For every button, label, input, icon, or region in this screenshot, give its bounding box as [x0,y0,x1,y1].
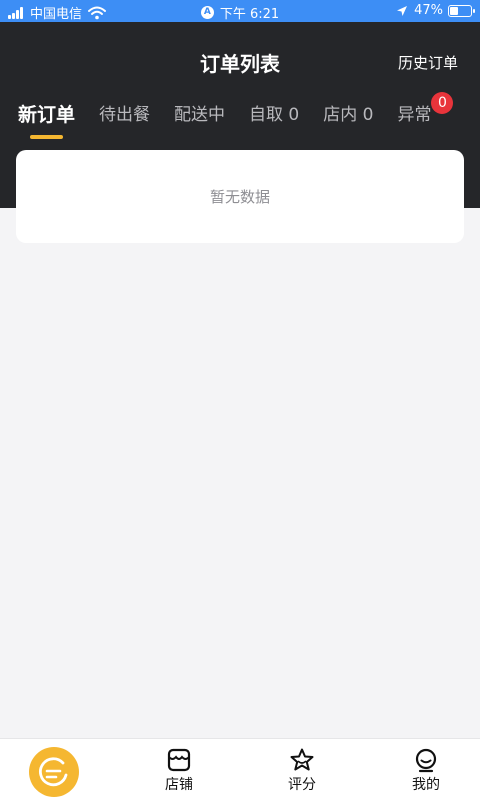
location-services-icon: A [200,6,214,19]
tab-self-pickup[interactable]: 自取 0 [249,100,299,139]
battery-fill [450,6,459,15]
bottom-tab-bar: 店铺 评分 我的 [0,738,480,800]
brand-logo-icon [39,757,68,787]
battery-icon [448,4,475,17]
home-button[interactable] [29,747,79,797]
tab-mine[interactable]: 我的 [386,747,466,794]
exception-count-badge: 0 [431,92,454,114]
tab-pending-meal[interactable]: 待出餐 [99,100,150,139]
status-bar: 中国电信 A 下午 6:21 47% [0,0,480,22]
tab-new-orders[interactable]: 新订单 [18,100,75,139]
status-right: 47% [396,3,475,18]
tab-rating-label: 评分 [288,777,316,793]
tab-store-label: 店铺 [165,777,193,793]
order-tabs: 新订单 待出餐 配送中 自取 0 店内 0 异常 0 [18,92,455,139]
tab-in-store[interactable]: 店内 0 [323,100,373,139]
tab-rating[interactable]: 评分 [262,747,342,794]
store-icon [167,748,191,772]
star-icon [290,748,314,771]
status-time: 下午 6:21 [219,7,280,22]
tab-store[interactable]: 店铺 [139,747,219,794]
tab-delivering[interactable]: 配送中 [174,100,225,139]
battery-percent: 47% [414,3,443,18]
history-orders-link[interactable]: 历史订单 [398,52,458,73]
tab-mine-label: 我的 [412,777,440,793]
tab-exceptions[interactable]: 异常 0 [397,92,454,139]
empty-state-card: 暂无数据 [16,150,464,243]
profile-icon [415,748,437,773]
location-arrow-icon [397,5,408,16]
empty-state-text: 暂无数据 [209,188,270,206]
